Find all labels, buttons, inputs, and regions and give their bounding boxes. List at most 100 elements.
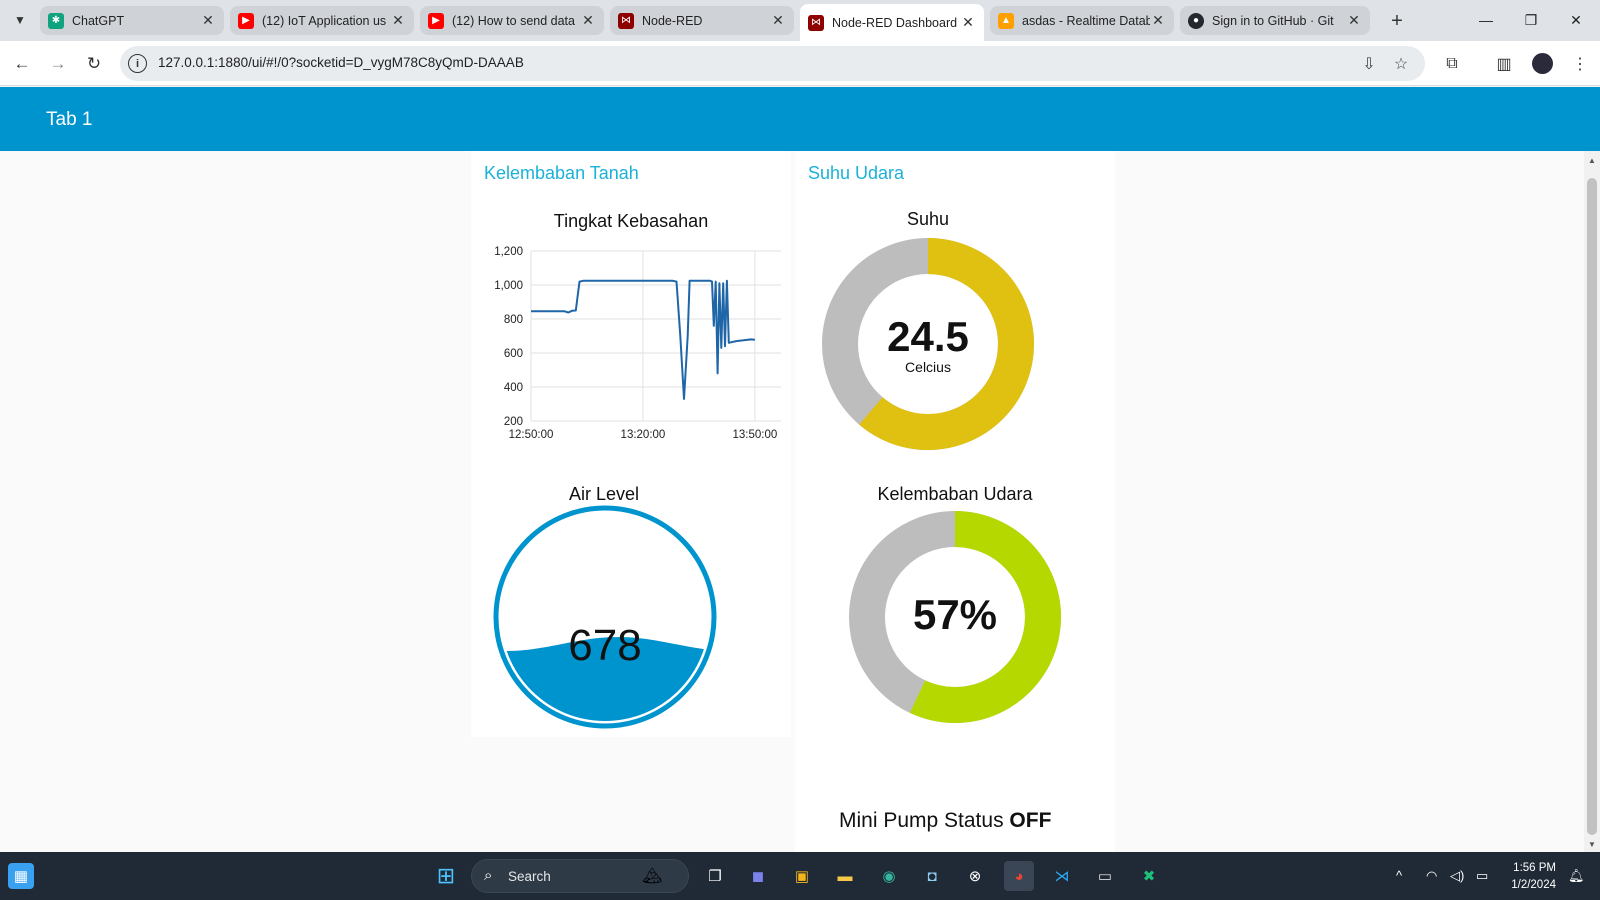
vscode-icon[interactable]: ⋊ <box>1047 861 1077 891</box>
close-tab-icon[interactable]: ✕ <box>580 12 596 29</box>
browser-tab-strip: ▼ ✱ ChatGPT ✕ ▶ (12) IoT Application us … <box>0 0 1600 41</box>
tab-github[interactable]: ● Sign in to GitHub · Git ✕ <box>1180 6 1370 35</box>
x-tick-label: 13:50:00 <box>732 429 777 441</box>
page-scrollbar[interactable]: ▲ ▼ <box>1584 151 1600 852</box>
close-tab-icon[interactable]: ✕ <box>1346 12 1362 29</box>
tab-chatgpt[interactable]: ✱ ChatGPT ✕ <box>40 6 224 35</box>
widgets-icon[interactable]: ▦ <box>8 863 34 889</box>
humidity-title: Kelembaban Udara <box>877 484 1033 504</box>
scroll-up-icon[interactable]: ▲ <box>1584 153 1600 167</box>
terminal-icon[interactable]: ▭ <box>1090 861 1120 891</box>
scroll-thumb[interactable] <box>1587 178 1597 835</box>
temperature-unit: Celcius <box>905 359 951 375</box>
tab-youtube-iot[interactable]: ▶ (12) IoT Application us ✕ <box>230 6 414 35</box>
bookmark-star-icon[interactable]: ☆ <box>1390 53 1412 75</box>
close-window-icon[interactable]: ✕ <box>1556 6 1596 34</box>
minimize-icon[interactable]: — <box>1466 6 1506 34</box>
firebase-icon: ▲ <box>998 12 1014 29</box>
photos-icon[interactable]: ◘ <box>917 861 947 891</box>
group-title-left: Kelembaban Tanah <box>484 163 639 183</box>
taskbar-search-box[interactable]: ⌕ Search 🏔 <box>471 859 689 893</box>
file-explorer-icon[interactable]: ▬ <box>830 861 860 891</box>
restore-icon[interactable]: ❐ <box>1511 6 1551 34</box>
x-tick-label: 12:50:00 <box>509 429 554 441</box>
close-tab-icon[interactable]: ✕ <box>1150 12 1166 29</box>
github-icon: ● <box>1188 12 1204 29</box>
y-tick-label: 1,200 <box>494 246 523 258</box>
forward-arrow-icon[interactable]: → <box>44 50 72 78</box>
pump-status-label: Mini Pump Status <box>839 809 1004 832</box>
close-tab-icon[interactable]: ✕ <box>200 12 216 29</box>
address-url[interactable]: 127.0.0.1:1880/ui/#!/0?socketid=D_vygM78… <box>158 55 524 70</box>
microsoft-store-icon[interactable]: ▣ <box>787 861 817 891</box>
water-level-gauge: 678 <box>493 505 717 729</box>
water-level-value: 678 <box>568 621 641 670</box>
tab-search-chevron-icon[interactable]: ▼ <box>8 8 32 32</box>
edge-browser-icon[interactable]: ◉ <box>874 861 904 891</box>
windows-start-icon[interactable]: ⊞ <box>431 861 461 891</box>
y-tick-label: 800 <box>504 314 523 326</box>
teams-icon[interactable]: ◼ <box>743 861 773 891</box>
volume-icon[interactable]: ◁) <box>1450 868 1464 884</box>
tab-title: Sign in to GitHub · Git <box>1212 13 1334 28</box>
site-info-icon[interactable]: i <box>128 54 147 73</box>
profile-avatar[interactable] <box>1532 53 1553 74</box>
extensions-puzzle-icon[interactable]: ⧉ <box>1438 50 1466 78</box>
scroll-down-icon[interactable]: ▼ <box>1584 837 1600 851</box>
tab-firebase[interactable]: ▲ asdas - Realtime Datab ✕ <box>990 6 1174 35</box>
tab-title: Node-RED Dashboard <box>832 15 958 30</box>
close-tab-icon[interactable]: ✕ <box>770 12 786 29</box>
clock-time[interactable]: 1:56 PM <box>1490 862 1556 874</box>
dashboard-header: Tab 1 <box>0 87 1600 151</box>
pump-status-text: Mini Pump Status OFF <box>839 809 1051 833</box>
water-level-title: Air Level <box>568 484 640 504</box>
group-title-right: Suhu Udara <box>808 163 905 183</box>
y-tick-label: 600 <box>504 348 523 360</box>
tab-title: (12) How to send data <box>452 13 575 28</box>
temperature-title: Suhu <box>906 209 950 229</box>
tab-title: (12) IoT Application us <box>262 13 387 28</box>
soil-moisture-line-chart: 1,200 1,000 800 600 400 20012:50:00 13:20:00 13… <box>494 246 781 441</box>
tab-node-red-dashboard[interactable]: ⋈ Node-RED Dashboard ✕ <box>800 4 984 41</box>
chart-title: Tingkat Kebasahan <box>553 211 709 231</box>
close-tab-icon[interactable]: ✕ <box>960 14 976 31</box>
dashboard-content: Kelembaban Tanah Suhu Udara Tingkat Keba… <box>0 151 1584 852</box>
taskbar-search-label: Search <box>508 869 551 884</box>
pump-status-value: OFF <box>1009 809 1052 832</box>
windows-taskbar: ▦ ⊞ ⌕ Search 🏔 ❐ ◼ ▣ ▬ ◉ ◘ ⊗ ◕ ⋊ ▭ ✖ ^ ◠… <box>0 852 1600 900</box>
tab-title: Node-RED <box>642 13 703 28</box>
wifi-icon[interactable]: ◠ <box>1426 868 1437 884</box>
show-hidden-icons-chevron[interactable]: ^ <box>1396 868 1402 883</box>
task-view-icon[interactable]: ❐ <box>700 861 730 891</box>
app-x-icon[interactable]: ✖ <box>1134 861 1164 891</box>
youtube-icon: ▶ <box>428 12 444 29</box>
tab-node-red[interactable]: ⋈ Node-RED ✕ <box>610 6 794 35</box>
side-panel-icon[interactable]: ▥ <box>1490 50 1518 78</box>
notifications-bell-icon[interactable]: 🔔︎ <box>1568 868 1585 884</box>
chatgpt-icon: ✱ <box>48 12 64 29</box>
page-title: Tab 1 <box>46 109 93 130</box>
close-tab-icon[interactable]: ✕ <box>390 12 406 29</box>
address-bar[interactable]: i 127.0.0.1:1880/ui/#!/0?socketid=D_vygM… <box>120 46 1425 81</box>
search-highlight-icon: 🏔 <box>642 868 663 885</box>
new-tab-button[interactable]: + <box>1384 8 1410 34</box>
reload-icon[interactable]: ↻ <box>80 50 108 78</box>
tab-title: ChatGPT <box>72 13 125 28</box>
x-tick-label: 13:20:00 <box>621 429 666 441</box>
node-red-dashboard-icon: ⋈ <box>808 14 824 31</box>
chrome-icon[interactable]: ◕ <box>1004 861 1034 891</box>
browser-toolbar: ← → ↻ i 127.0.0.1:1880/ui/#!/0?socketid=… <box>0 41 1600 86</box>
youtube-icon: ▶ <box>238 12 254 29</box>
xbox-icon[interactable]: ⊗ <box>960 861 990 891</box>
y-tick-label: 400 <box>504 382 523 394</box>
install-app-icon[interactable]: ⇩ <box>1358 53 1380 75</box>
clock-date[interactable]: 1/2/2024 <box>1490 879 1556 891</box>
humidity-value: 57% <box>912 591 998 638</box>
temperature-value: 24.5 <box>887 313 969 360</box>
back-arrow-icon[interactable]: ← <box>8 50 36 78</box>
tab-youtube-send-data[interactable]: ▶ (12) How to send data ✕ <box>420 6 604 35</box>
y-tick-label: 200 <box>504 416 523 428</box>
node-red-icon: ⋈ <box>618 12 634 29</box>
more-menu-icon[interactable]: ⋮ <box>1566 50 1594 78</box>
battery-icon[interactable]: ▭ <box>1476 868 1488 884</box>
